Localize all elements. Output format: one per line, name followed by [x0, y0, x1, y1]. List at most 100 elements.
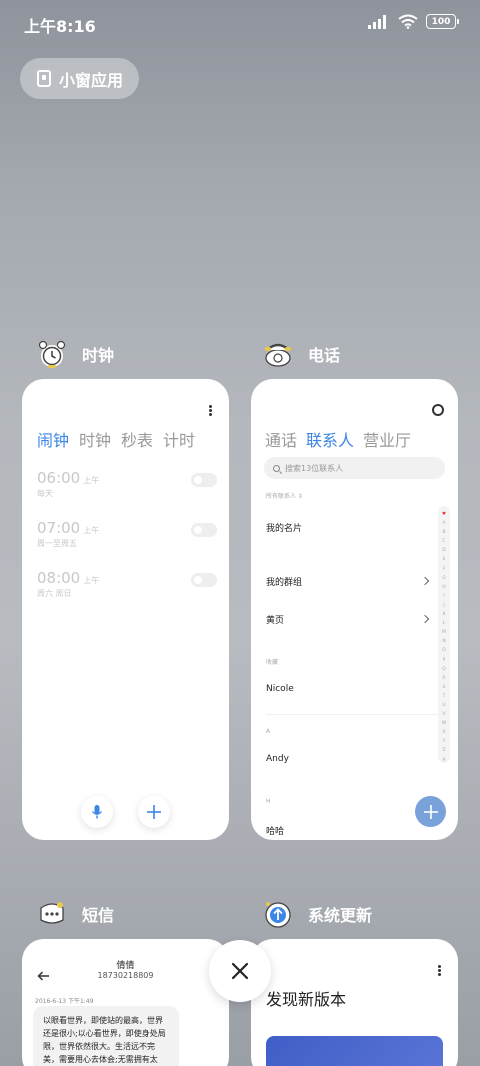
alphabet-index-letter[interactable]: X	[442, 728, 445, 737]
alphabet-index-bar[interactable]: ♥ A B C D E F G H I J K L M N O P Q R S T U V W X Y Z #	[438, 506, 450, 763]
alarm-repeat: 周一至周五	[37, 539, 77, 548]
clock-app-icon	[38, 340, 66, 368]
message-bubble[interactable]: 以眼看世界，即使站的最高，世界还是很小;以心看世界，即使身处局限，世界依然很大。…	[33, 1006, 179, 1066]
contact-item[interactable]: Nicole	[266, 684, 294, 694]
alarm-time: 08:00	[37, 569, 81, 587]
alphabet-index-letter[interactable]: Q	[442, 665, 446, 674]
alphabet-index-letter[interactable]: A	[442, 519, 445, 528]
alphabet-index-letter[interactable]: Z	[442, 746, 445, 755]
alphabet-index-letter[interactable]: Y	[443, 737, 446, 746]
contact-item[interactable]: Andy	[266, 754, 289, 764]
alarm-ampm: 上午	[83, 576, 100, 585]
alphabet-index-letter[interactable]: M	[442, 628, 446, 637]
update-banner-image	[266, 1036, 443, 1066]
alarm-item[interactable]: 08:00 上午 周六 周日	[37, 568, 217, 598]
alphabet-index-letter[interactable]: I	[443, 592, 444, 601]
tab-calls[interactable]: 通话	[265, 427, 297, 451]
alphabet-index-letter[interactable]: #	[442, 756, 446, 765]
plus-icon	[147, 805, 161, 819]
message-timestamp: 2016-6-13 下午1:49	[35, 998, 94, 1005]
alphabet-index-letter[interactable]: W	[442, 719, 446, 728]
alphabet-index-letter[interactable]: B	[442, 528, 445, 537]
phone-app-title: 电话	[308, 346, 341, 365]
alarm-item[interactable]: 07:00 上午 周一至周五	[37, 518, 217, 548]
more-options-icon[interactable]	[438, 965, 441, 976]
alarm-toggle[interactable]	[191, 573, 217, 587]
update-app-header[interactable]: 系统更新	[262, 898, 372, 930]
update-app-title: 系统更新	[308, 906, 373, 925]
alphabet-index-letter[interactable]: S	[443, 683, 446, 692]
add-alarm-button[interactable]	[138, 796, 170, 828]
my-card-item[interactable]: 我的名片	[266, 521, 302, 534]
alarm-toggle[interactable]	[191, 523, 217, 537]
alphabet-index-letter[interactable]: G	[442, 574, 446, 583]
conversation-contact-name: 倩倩	[116, 961, 135, 971]
tab-contacts[interactable]: 联系人	[306, 427, 354, 451]
small-window-apps-button[interactable]: 小窗应用	[20, 58, 139, 99]
search-icon	[273, 464, 280, 472]
phone-app-header[interactable]: 电话	[262, 338, 340, 370]
status-time: 上午8:16	[24, 17, 96, 36]
alphabet-index-letter[interactable]: U	[442, 701, 445, 710]
microphone-icon	[91, 805, 103, 819]
section-header: A	[266, 728, 271, 735]
alphabet-index-letter[interactable]: O	[442, 646, 446, 655]
alphabet-index-letter[interactable]: T	[443, 692, 446, 701]
alphabet-index-letter[interactable]: C	[442, 537, 445, 546]
alarm-ampm: 上午	[83, 476, 100, 485]
phone-tabs: 通话 联系人 营业厅	[265, 427, 411, 451]
alarm-toggle[interactable]	[191, 473, 217, 487]
small-window-label: 小窗应用	[59, 70, 124, 90]
sms-app-header[interactable]: 短信	[36, 898, 114, 930]
update-headline: 发现新版本	[266, 990, 347, 1009]
voice-alarm-button[interactable]	[81, 796, 113, 828]
contacts-search-input[interactable]: 搜索13位联系人	[264, 457, 445, 479]
wifi-icon	[398, 14, 418, 29]
alarm-repeat: 周六 周日	[37, 589, 72, 598]
clock-app-header[interactable]: 时钟	[36, 338, 114, 370]
conversation-contact-number: 18730218809	[97, 971, 154, 980]
battery-level: 100	[431, 16, 451, 27]
alphabet-index-letter[interactable]: L	[443, 619, 446, 628]
tab-stopwatch[interactable]: 秒表	[121, 427, 153, 451]
divider	[266, 714, 443, 715]
alphabet-index-letter[interactable]: N	[442, 637, 445, 646]
contact-item[interactable]: 哈哈	[266, 824, 284, 837]
more-options-icon[interactable]	[209, 405, 212, 416]
status-bar: 上午8:16 100	[0, 0, 480, 46]
alphabet-index-letter[interactable]: E	[443, 555, 446, 564]
contacts-filter[interactable]: 所有联系人 ⇕	[266, 491, 303, 500]
system-update-app-card[interactable]: 发现新版本	[251, 939, 458, 1066]
favorites-header: 收藏	[266, 659, 279, 666]
section-header: H	[266, 798, 271, 805]
sms-app-card[interactable]: 倩倩 18730218809 2016-6-13 下午1:49 以眼看世界，即使…	[22, 939, 229, 1066]
tab-service-hall[interactable]: 营业厅	[363, 427, 411, 451]
status-icons: 100	[368, 14, 459, 29]
alphabet-index-letter[interactable]: J	[443, 601, 444, 610]
alphabet-index-letter[interactable]: F	[443, 565, 446, 574]
settings-gear-icon[interactable]	[432, 404, 444, 416]
alphabet-index-letter[interactable]: R	[442, 674, 445, 683]
tab-alarm[interactable]: 闹钟	[37, 427, 69, 451]
sms-app-title: 短信	[82, 906, 115, 925]
alphabet-index-letter[interactable]: K	[443, 610, 446, 619]
alphabet-index-letter[interactable]: D	[442, 546, 445, 555]
chevron-right-icon	[420, 576, 430, 586]
system-update-app-icon	[265, 902, 291, 928]
tab-timer[interactable]: 计时	[163, 427, 195, 451]
yellow-pages-item[interactable]: 黄页	[266, 613, 284, 626]
alphabet-index-letter[interactable]: V	[442, 710, 445, 719]
phone-app-card[interactable]: 通话 联系人 营业厅 搜索13位联系人 所有联系人 ⇕ 我的名片 我的群组 黄页…	[251, 379, 458, 840]
my-groups-item[interactable]: 我的群组	[266, 575, 302, 588]
clear-all-close-button[interactable]	[209, 940, 271, 1002]
alarm-item[interactable]: 06:00 上午 每天	[37, 468, 217, 498]
tab-clock[interactable]: 时钟	[79, 427, 111, 451]
add-contact-button[interactable]	[415, 796, 446, 827]
sms-app-icon	[40, 902, 64, 924]
clock-app-card[interactable]: 闹钟 时钟 秒表 计时 06:00 上午 每天 07:00 上午 周一至周五 08:…	[22, 379, 229, 840]
alphabet-index-letter[interactable]: P	[443, 656, 446, 665]
alphabet-index-favorites[interactable]: ♥	[442, 510, 446, 519]
alarm-ampm: 上午	[83, 526, 100, 535]
alphabet-index-letter[interactable]: H	[442, 583, 445, 592]
phone-app-icon	[265, 343, 291, 367]
